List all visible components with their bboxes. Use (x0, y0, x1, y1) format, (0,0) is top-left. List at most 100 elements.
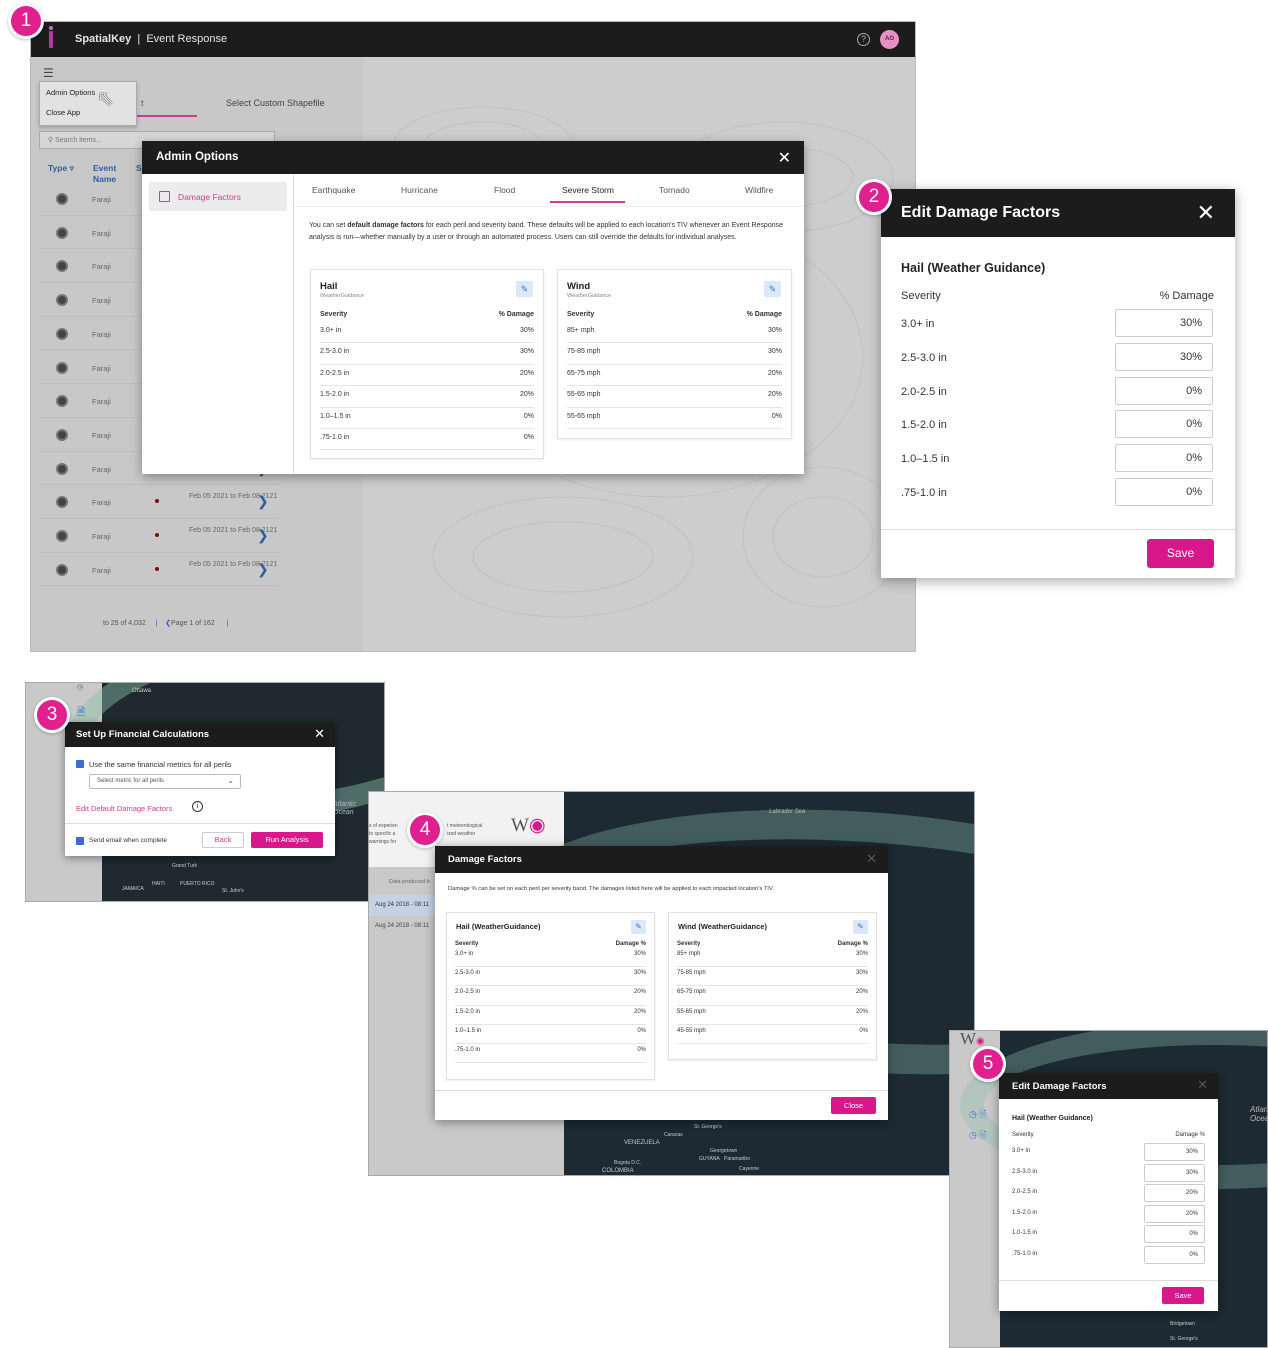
close-icon[interactable]: ✕ (1197, 200, 1215, 226)
event-name: Faraji (92, 565, 111, 575)
damage-factors-description: Damage % can be set on each peril per se… (448, 886, 774, 892)
history-icon[interactable]: ◷ 🗎 (969, 1107, 987, 1123)
severity-value: 1.5-2.0 in (320, 391, 350, 399)
tab-select-custom-shapefile[interactable]: Select Custom Shapefile (226, 98, 325, 108)
damage-input[interactable]: 30% (1144, 1143, 1205, 1161)
severity-value: 65-75 mph (567, 369, 601, 377)
help-icon[interactable]: ? (857, 33, 870, 46)
edit-pencil-icon[interactable]: ✎ (764, 281, 781, 297)
table-row: 2.5-3.0 in 30% (455, 967, 646, 987)
damage-input[interactable]: 0% (1144, 1246, 1205, 1264)
edit-pencil-icon[interactable]: ✎ (631, 920, 646, 934)
damage-input[interactable]: 0% (1115, 410, 1213, 439)
table-row: 75-85 mph 30% (677, 967, 868, 987)
event-type-icon (56, 226, 68, 239)
tab-select-event[interactable]: t (141, 98, 144, 108)
document-icon[interactable]: ◷ 🗎 (969, 1128, 987, 1144)
table-row[interactable]: Faraji Feb 05 2021 to Feb 08 2121 ❯ (39, 553, 279, 587)
tab-hurricane[interactable]: Hurricane (401, 185, 438, 195)
map-label: Cayenne (739, 1166, 760, 1172)
document-icon[interactable]: 🗎 (77, 705, 85, 722)
hamburger-menu-icon[interactable]: ☰ (43, 66, 54, 80)
damage-input[interactable]: 20% (1144, 1184, 1205, 1203)
data-produced-label: Data produced b (389, 879, 430, 885)
close-icon[interactable]: ✕ (866, 851, 877, 867)
modal-title: Edit Damage Factors (901, 204, 1061, 221)
back-button[interactable]: Back (202, 832, 244, 848)
status-dot (155, 499, 159, 504)
event-info-text: t meteorological ized weather (447, 823, 483, 837)
damage-input[interactable]: 30% (1115, 342, 1213, 371)
severity-value: .75-1.0 in (320, 434, 350, 441)
info-icon[interactable]: i (192, 801, 203, 812)
close-button[interactable]: Close (831, 1097, 876, 1114)
sidebar-item-damage-factors[interactable]: Damage Factors (149, 182, 287, 211)
severity-header: Severity (567, 311, 595, 318)
tab-tornado[interactable]: Tornado (659, 185, 690, 195)
event-name: Faraji (92, 329, 111, 339)
map-label: Paramaribo (724, 1156, 750, 1162)
damage-input[interactable]: 0% (1115, 478, 1213, 506)
severity-value: 3.0+ in (320, 327, 342, 334)
damage-value: 20% (633, 1008, 646, 1015)
severity-header: Severity (901, 290, 941, 302)
history-row[interactable]: Aug 24 2018 - 08:11 (375, 923, 429, 929)
chevron-down-icon: ⌄ (227, 776, 234, 785)
menu-item-close-app[interactable]: Close App (40, 102, 136, 122)
damage-input[interactable]: 30% (1144, 1163, 1205, 1182)
metric-select[interactable]: Select metric for all perils ⌄ (89, 774, 241, 789)
damage-input[interactable]: 0% (1115, 376, 1213, 405)
card-title: Wind (WeatherGuidance) (678, 922, 767, 931)
tab-earthquake[interactable]: Earthquake (312, 185, 355, 195)
chevron-right-icon[interactable]: ❯ (257, 527, 269, 544)
hail-card: Hail (WeatherGuidance) ✎ Severity Damage… (446, 912, 655, 1080)
table-row[interactable]: Faraji Feb 05 2021 to Feb 08 2121 ❯ (39, 485, 279, 519)
severity-value: 85+ mph (567, 327, 595, 334)
table-row[interactable]: Faraji Feb 05 2021 to Feb 08 2121 ❯ (39, 519, 279, 553)
table-row: 2.5-3.0 in 30% (320, 343, 534, 365)
map-label: COLOMBIA (602, 1168, 634, 1174)
tab-wildfire[interactable]: Wildfire (745, 185, 773, 195)
damage-factors-description: You can set default damage factors for e… (309, 222, 783, 241)
close-icon[interactable]: ✕ (1197, 1077, 1208, 1093)
damage-value: 0% (523, 434, 534, 441)
damage-value: 0% (637, 1027, 646, 1034)
analysis-setup-screen: Ottawa Atlantic Ocean Grand Turk JAMAICA… (25, 682, 385, 902)
table-row: 1.5-2.0 in 20% (455, 1006, 646, 1025)
avatar[interactable]: AO (880, 30, 899, 49)
email-checkbox[interactable] (76, 837, 84, 845)
tab-severe-storm[interactable]: Severe Storm (562, 185, 614, 195)
modal-header: Damage Factors ✕ (435, 846, 888, 873)
edit-default-damage-factors-link[interactable]: Edit Default Damage Factors (76, 804, 172, 813)
table-row: 85+ mph 30% (567, 322, 782, 344)
menu-item-admin-options[interactable]: Admin Options (40, 82, 136, 102)
peril-subtitle: Hail (Weather Guidance) (1012, 1115, 1093, 1122)
event-name: Faraji (92, 430, 111, 440)
damage-row: 3.0+ in 30% (901, 307, 1214, 341)
damage-input[interactable]: 20% (1144, 1204, 1205, 1223)
severity-value: 55-65 mph (567, 391, 601, 399)
column-type-header[interactable]: Type ▿ (48, 163, 74, 174)
chevron-right-icon[interactable]: ❯ (257, 561, 269, 578)
damage-input[interactable]: 30% (1115, 309, 1213, 337)
event-name: Faraji (92, 532, 111, 541)
chevron-right-icon[interactable]: ❯ (257, 493, 269, 510)
save-button[interactable]: Save (1162, 1287, 1204, 1304)
edit-pencil-icon[interactable]: ✎ (516, 281, 533, 297)
damage-input[interactable]: 0% (1115, 444, 1213, 473)
damage-row: 3.0+ in 30% (1012, 1142, 1205, 1163)
table-row: 3.0+ in 30% (320, 322, 534, 344)
tab-flood[interactable]: Flood (494, 185, 515, 195)
event-info-text: s of experien to specific a warnings for (369, 823, 398, 845)
edit-damage-factors-modal: Edit Damage Factors ✕ Hail (Weather Guid… (999, 1073, 1218, 1311)
close-icon[interactable]: ✕ (778, 148, 791, 168)
save-button[interactable]: Save (1147, 539, 1214, 568)
step-badge: 1 (8, 3, 44, 39)
close-icon[interactable]: ✕ (314, 726, 325, 742)
table-row: 1.0–1.5 in 0% (455, 1025, 646, 1044)
history-icon[interactable]: ◷ (77, 683, 83, 691)
edit-pencil-icon[interactable]: ✎ (853, 920, 868, 934)
same-metrics-checkbox[interactable] (76, 760, 84, 768)
damage-input[interactable]: 0% (1144, 1225, 1205, 1244)
run-analysis-button[interactable]: Run Analysis (251, 832, 323, 848)
